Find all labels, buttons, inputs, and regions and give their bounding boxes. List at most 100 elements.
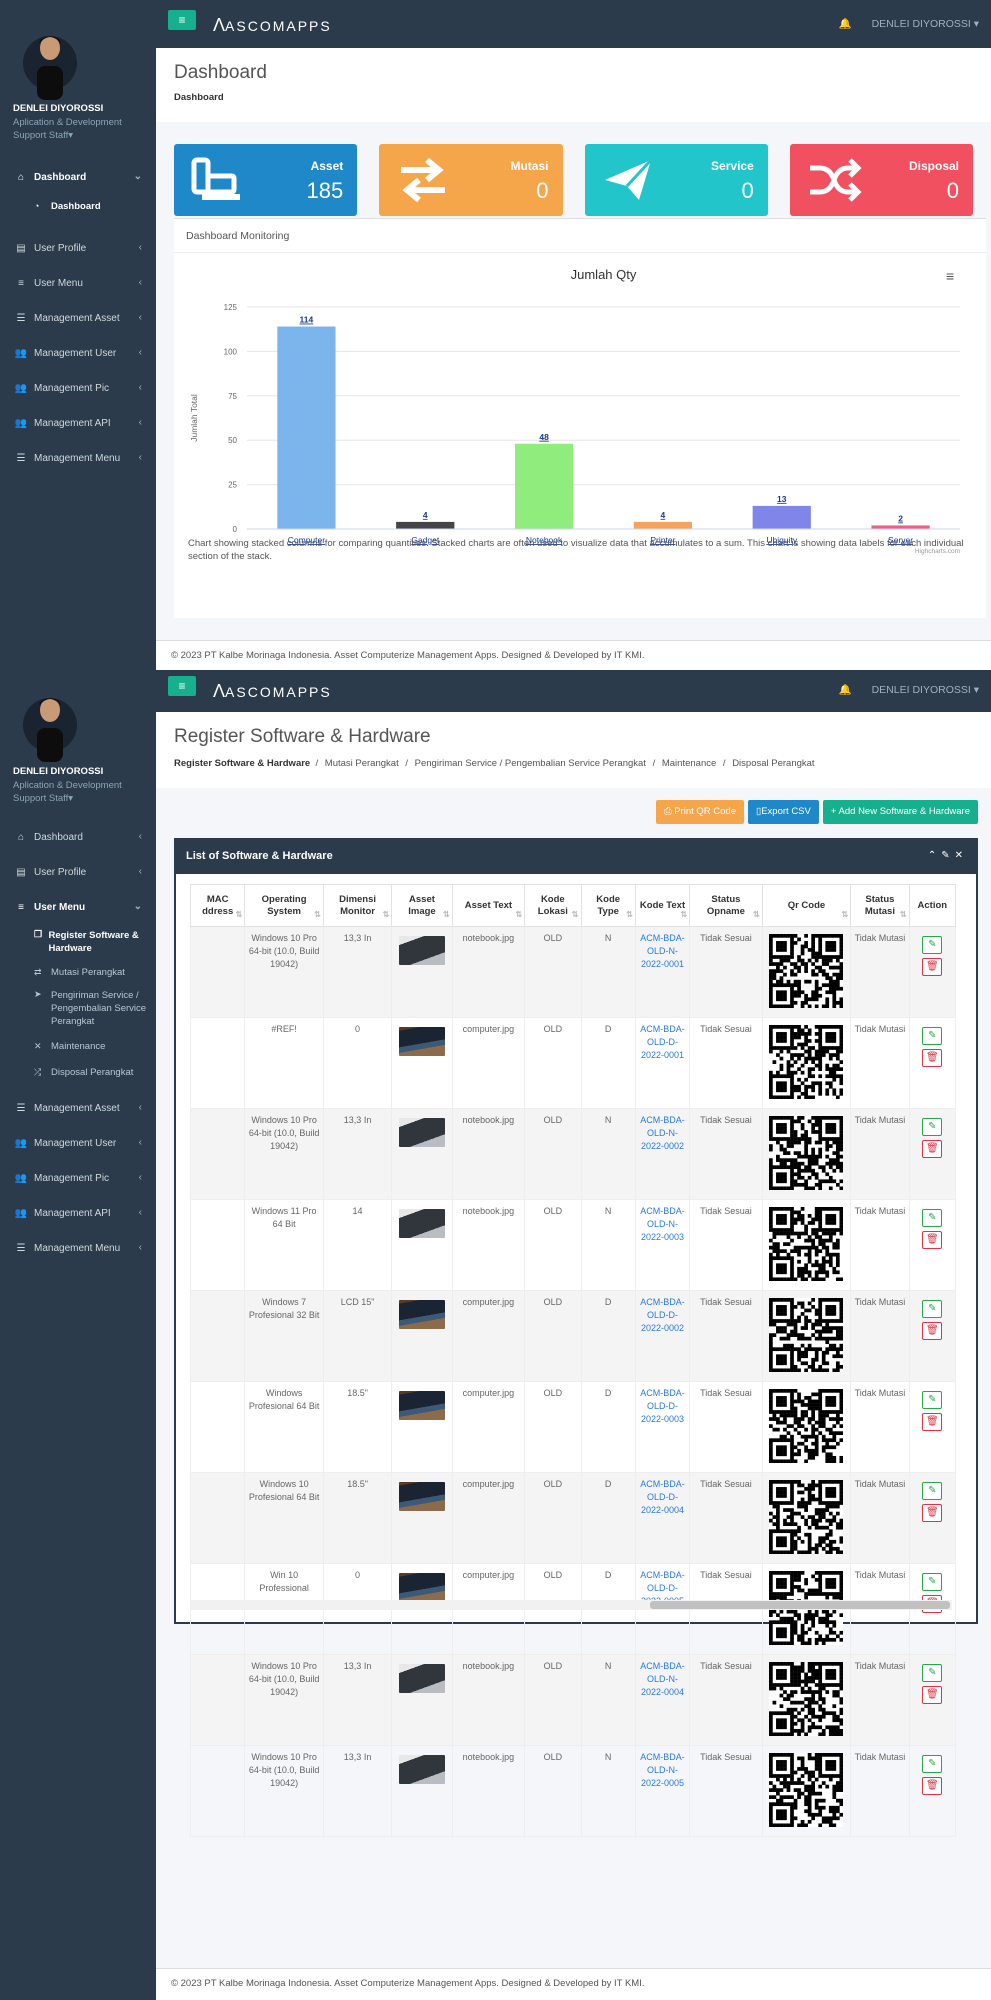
sidebar-item-management-asset[interactable]: ☰ Management Asset ‹ (0, 1091, 156, 1126)
sidebar-toggle-button[interactable]: ≡ (168, 10, 196, 30)
breadcrumb-item[interactable]: Pengiriman Service / Pengembalian Servic… (415, 758, 646, 769)
sidebar-subitem-maintenance[interactable]: ✕ Maintenance (0, 1033, 156, 1059)
delete-button[interactable]: 🗑 (922, 1504, 943, 1522)
edit-button[interactable]: ✎ (922, 1391, 943, 1409)
column-header[interactable]: Asset Text ⇅ (451, 884, 526, 927)
sidebar-item-management-menu[interactable]: ☰ Management Menu ‹ (0, 441, 156, 476)
sidebar-item-management-menu[interactable]: ☰ Management Menu ‹ (0, 1231, 156, 1266)
edit-button[interactable]: ✎ (922, 1027, 943, 1045)
asset-thumbnail[interactable] (398, 1755, 445, 1784)
asset-thumbnail[interactable] (398, 1209, 445, 1238)
column-header[interactable]: Kode Lokasi ⇅ (524, 884, 582, 927)
sidebar-item-management-api[interactable]: 👥 Management API ‹ (0, 406, 156, 441)
asset-thumbnail[interactable] (398, 1573, 445, 1602)
user-role[interactable]: Aplication & Development Support Staff▾ (13, 116, 153, 142)
sidebar-item-management-api[interactable]: 👥 Management API ‹ (0, 1196, 156, 1231)
app-logo[interactable]: ΛASCOMAPPS (213, 681, 332, 702)
tile-disposal[interactable]: Disposal 0 (789, 144, 973, 216)
horizontal-scrollbar[interactable] (190, 1600, 952, 1610)
delete-button[interactable]: 🗑 (922, 1322, 943, 1340)
delete-button[interactable]: 🗑 (922, 958, 943, 976)
add-new-button[interactable]: + Add New Software & Hardware (822, 800, 978, 824)
breadcrumb-item[interactable]: Maintenance (662, 758, 716, 769)
column-header[interactable]: Kode Type ⇅ (580, 884, 636, 927)
column-header[interactable]: Status Mutasi ⇅ (850, 884, 910, 927)
user-dropdown[interactable]: 🔔 DENLEI DIYOROSSI ▾ (839, 17, 979, 30)
scrollbar-thumb[interactable] (650, 1601, 950, 1609)
wrench-icon[interactable]: ✎ (941, 850, 954, 861)
edit-button[interactable]: ✎ (922, 1573, 943, 1591)
edit-button[interactable]: ✎ (922, 1755, 943, 1773)
column-header[interactable]: Asset Image ⇅ (391, 884, 453, 927)
delete-button[interactable]: 🗑 (922, 1140, 943, 1158)
sidebar-item-user-profile[interactable]: ▤ User Profile ‹ (0, 855, 156, 890)
asset-thumbnail[interactable] (398, 1027, 445, 1056)
qr-code-icon[interactable] (769, 1480, 844, 1554)
avatar[interactable] (22, 688, 78, 762)
sidebar-toggle-button[interactable]: ≡ (168, 676, 196, 696)
edit-button[interactable]: ✎ (922, 1482, 943, 1500)
sidebar-item-management-pic[interactable]: 👥 Management Pic ‹ (0, 1161, 156, 1196)
asset-thumbnail[interactable] (398, 1482, 445, 1511)
breadcrumb-item[interactable]: Mutasi Perangkat (325, 758, 399, 769)
edit-button[interactable]: ✎ (922, 1209, 943, 1227)
delete-button[interactable]: 🗑 (922, 1686, 943, 1704)
column-header[interactable]: MAC ddress ⇅ (190, 884, 246, 927)
asset-thumbnail[interactable] (398, 1664, 445, 1693)
column-header[interactable]: Action (908, 884, 956, 927)
qr-code-icon[interactable] (769, 1753, 844, 1827)
breadcrumb-item[interactable]: Disposal Perangkat (732, 758, 814, 769)
avatar[interactable] (22, 26, 78, 100)
delete-button[interactable]: 🗑 (922, 1231, 943, 1249)
export-csv-button[interactable]: ▯Export CSV (747, 800, 819, 824)
edit-button[interactable]: ✎ (922, 1118, 943, 1136)
close-icon[interactable]: ✕ (955, 850, 968, 861)
qr-code-icon[interactable] (769, 934, 844, 1008)
sidebar-subitem-pengiriman[interactable]: ➤ Pengiriman Service / Pengembalian Servi… (0, 985, 156, 1033)
sidebar-subitem-dashboard[interactable]: ◔ Dashboard (0, 195, 156, 217)
sidebar-item-management-user[interactable]: 👥 Management User ‹ (0, 336, 156, 371)
sidebar-subitem-mutasi[interactable]: ⇄ Mutasi Perangkat (0, 959, 156, 985)
user-dropdown[interactable]: 🔔 DENLEI DIYOROSSI ▾ (839, 683, 979, 696)
delete-button[interactable]: 🗑 (922, 1777, 943, 1795)
tile-asset[interactable]: Asset 185 (174, 144, 358, 216)
asset-thumbnail[interactable] (398, 936, 445, 965)
app-logo[interactable]: ΛASCOMAPPS (213, 15, 332, 36)
sidebar-item-management-asset[interactable]: ☰ Management Asset ‹ (0, 301, 156, 336)
sidebar-item-management-pic[interactable]: 👥 Management Pic ‹ (0, 371, 156, 406)
column-header[interactable]: Operating System ⇅ (244, 884, 324, 927)
sidebar-subitem-disposal[interactable]: ⤮ Disposal Perangkat (0, 1059, 156, 1085)
sidebar-item-user-profile[interactable]: ▤ User Profile ‹ (0, 231, 156, 266)
sidebar-item-dashboard[interactable]: ⌂ Dashboard ⌄ (0, 160, 156, 195)
delete-button[interactable]: 🗑 (922, 1413, 943, 1431)
asset-thumbnail[interactable] (398, 1391, 445, 1420)
asset-thumbnail[interactable] (398, 1300, 445, 1329)
column-header[interactable]: Dimensi Monitor ⇅ (322, 884, 393, 927)
hamburger-icon[interactable]: ≡ (946, 268, 954, 284)
print-qr-button[interactable]: ⎙ Print QR Code (655, 800, 744, 824)
sidebar-subitem-register[interactable]: ❐ Register Software & Hardware (0, 925, 156, 959)
tile-mutasi[interactable]: Mutasi 0 (379, 144, 563, 216)
column-header[interactable]: Status Opname ⇅ (689, 884, 763, 927)
edit-button[interactable]: ✎ (922, 1664, 943, 1682)
qr-code-icon[interactable] (769, 1025, 844, 1099)
edit-button[interactable]: ✎ (922, 1300, 943, 1318)
edit-button[interactable]: ✎ (922, 936, 943, 954)
sidebar-item-user-menu[interactable]: ≡ User Menu ‹ (0, 266, 156, 301)
breadcrumb-item[interactable]: Register Software & Hardware (174, 758, 310, 769)
asset-thumbnail[interactable] (398, 1118, 445, 1147)
bell-icon[interactable]: 🔔 (839, 18, 852, 30)
user-role[interactable]: Aplication & Development Support Staff▾ (13, 779, 153, 805)
qr-code-icon[interactable] (769, 1389, 844, 1463)
column-header[interactable]: Qr Code ⇅ (761, 884, 852, 927)
sidebar-item-management-user[interactable]: 👥 Management User ‹ (0, 1126, 156, 1161)
sidebar-item-dashboard[interactable]: ⌂ Dashboard ‹ (0, 820, 156, 855)
column-header[interactable]: Kode Text ⇅ (634, 884, 691, 927)
tile-service[interactable]: Service 0 (584, 144, 768, 216)
qr-code-icon[interactable] (769, 1662, 844, 1736)
bell-icon[interactable]: 🔔 (839, 684, 852, 696)
delete-button[interactable]: 🗑 (922, 1049, 943, 1067)
qr-code-icon[interactable] (769, 1207, 844, 1281)
qr-code-icon[interactable] (769, 1298, 844, 1372)
qr-code-icon[interactable] (769, 1116, 844, 1190)
